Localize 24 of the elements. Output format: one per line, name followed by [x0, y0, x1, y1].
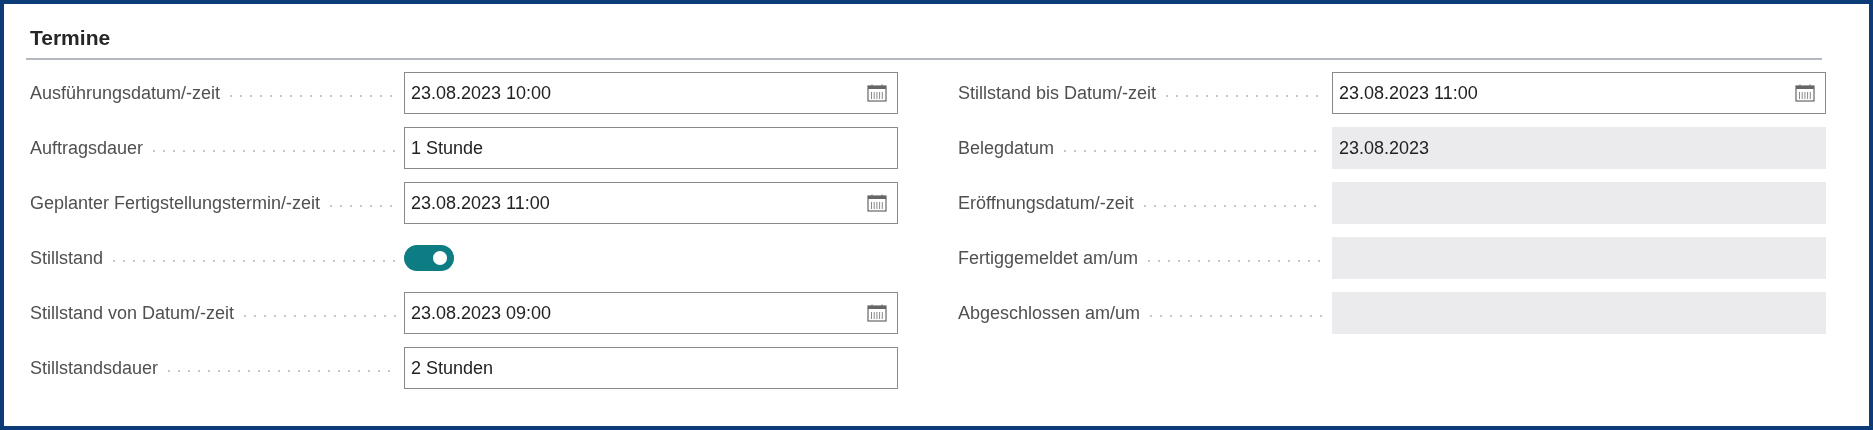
date-field[interactable]: 23.08.2023 09:00 — [404, 292, 898, 334]
field-label: Eröffnungsdatum/-zeit — [958, 192, 1135, 214]
calendar-icon[interactable] — [867, 194, 887, 212]
input-field[interactable]: 2 Stunden — [404, 347, 898, 389]
readonly-field: 23.08.2023 — [1332, 127, 1826, 169]
calendar-icon[interactable] — [867, 84, 887, 102]
field-label: Auftragsdauer — [30, 137, 145, 159]
field-label: Fertiggemeldet am/um — [958, 247, 1140, 269]
date-field[interactable]: 23.08.2023 11:00 — [404, 182, 898, 224]
calendar-icon[interactable] — [867, 304, 887, 322]
date-field[interactable]: 23.08.2023 10:00 — [404, 72, 898, 114]
field-label: Belegdatum — [958, 137, 1056, 159]
toggle-switch[interactable] — [404, 245, 454, 271]
calendar-icon[interactable] — [1795, 84, 1815, 102]
field-label: Ausführungsdatum/-zeit — [30, 82, 222, 104]
field-label: Geplanter Fertigstellungstermin/-zeit — [30, 192, 322, 214]
field-label: Stillstand — [30, 247, 105, 269]
field-label: Abgeschlossen am/um — [958, 302, 1142, 324]
date-field[interactable]: 23.08.2023 11:00 — [1332, 72, 1826, 114]
field-label: Stillstandsdauer — [30, 357, 160, 379]
field-label: Stillstand von Datum/-zeit — [30, 302, 236, 324]
input-field[interactable]: 1 Stunde — [404, 127, 898, 169]
section-title: Termine — [26, 26, 1822, 60]
field-label: Stillstand bis Datum/-zeit — [958, 82, 1158, 104]
